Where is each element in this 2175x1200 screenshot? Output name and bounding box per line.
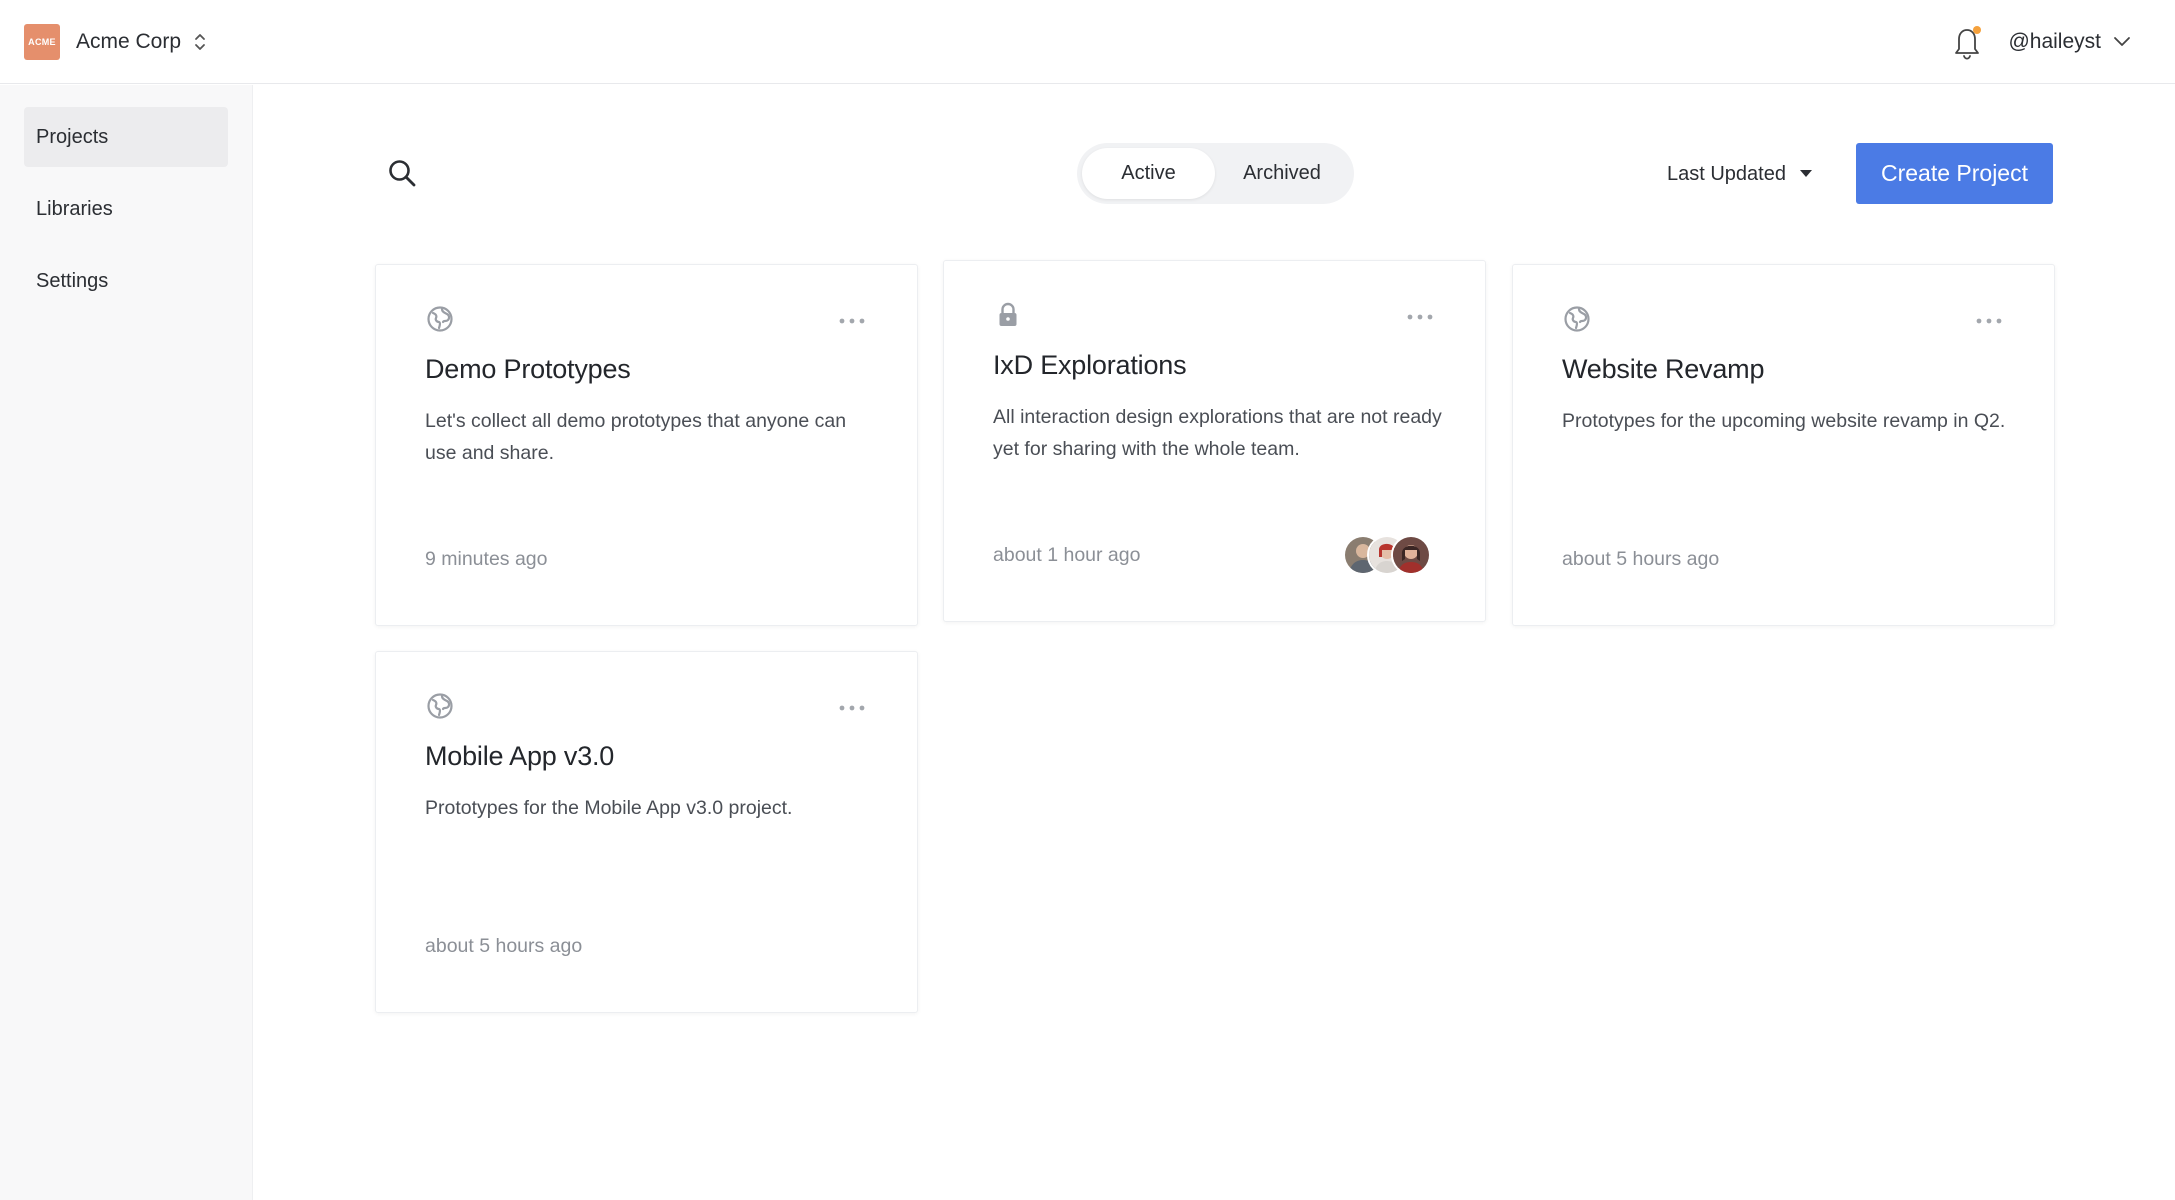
project-updated-time: about 5 hours ago — [1562, 548, 1720, 570]
lock-icon — [999, 302, 1017, 326]
more-options-icon[interactable] — [1407, 313, 1433, 321]
more-options-icon[interactable] — [839, 704, 865, 712]
project-members[interactable] — [1343, 535, 1433, 575]
project-description: All interaction design explorations that… — [993, 406, 1442, 460]
sidebar-item-projects[interactable]: Projects — [24, 107, 228, 167]
avatar — [1391, 535, 1431, 575]
project-updated-time: 9 minutes ago — [425, 548, 548, 570]
sort-label: Last Updated — [1667, 162, 1786, 185]
user-menu[interactable]: @haileyst — [2008, 30, 2131, 54]
search-button[interactable] — [387, 158, 417, 188]
globe-icon — [1564, 306, 1590, 332]
caret-down-icon — [1799, 170, 1812, 177]
chevron-up-down-icon — [195, 33, 205, 50]
sidebar: Projects Libraries Settings — [0, 85, 253, 1200]
project-description: Prototypes for the Mobile App v3.0 proje… — [425, 797, 793, 819]
top-right-controls: @haileyst — [1950, 0, 2131, 84]
sort-dropdown[interactable]: Last Updated — [1667, 143, 1812, 205]
project-title: Website Revamp — [1562, 354, 1765, 384]
tab-active[interactable]: Active — [1082, 148, 1215, 199]
project-description: Let's collect all demo prototypes that a… — [425, 410, 847, 464]
user-handle: @haileyst — [2008, 30, 2101, 53]
globe-icon — [427, 306, 453, 332]
status-tabs: Active Archived — [1077, 143, 1354, 204]
project-card-website-revamp[interactable]: Website Revamp Prototypes for the upcomi… — [1512, 264, 2055, 626]
top-bar: ACME Acme Corp @haileyst — [0, 0, 2175, 84]
more-options-icon[interactable] — [839, 317, 865, 325]
chevron-down-icon — [2114, 37, 2130, 46]
create-project-button[interactable]: Create Project — [1856, 143, 2053, 204]
org-switcher[interactable]: ACME Acme Corp — [24, 23, 207, 60]
more-options-icon[interactable] — [1976, 317, 2002, 325]
project-updated-time: about 1 hour ago — [993, 544, 1141, 566]
project-title: Mobile App v3.0 — [425, 741, 615, 771]
projects-toolbar: Active Archived Last Updated Create Proj… — [385, 143, 2053, 205]
search-icon — [389, 160, 416, 187]
project-card-ixd-explorations[interactable]: IxD Explorations All interaction design … — [943, 260, 1486, 622]
project-description: Prototypes for the upcoming website reva… — [1562, 410, 2006, 432]
sidebar-item-libraries[interactable]: Libraries — [24, 179, 228, 239]
org-logo: ACME — [24, 23, 60, 60]
notifications-button[interactable] — [1950, 22, 1984, 62]
sidebar-item-settings[interactable]: Settings — [24, 251, 228, 311]
tab-archived[interactable]: Archived — [1215, 148, 1349, 199]
org-name: Acme Corp — [76, 29, 182, 53]
project-title: IxD Explorations — [993, 350, 1187, 380]
globe-icon — [427, 693, 453, 719]
project-updated-time: about 5 hours ago — [425, 935, 583, 957]
project-card-demo-prototypes[interactable]: Demo Prototypes Let's collect all demo p… — [375, 264, 918, 626]
project-title: Demo Prototypes — [425, 354, 631, 384]
project-card-mobile-app[interactable]: Mobile App v3.0 Prototypes for the Mobil… — [375, 651, 918, 1013]
